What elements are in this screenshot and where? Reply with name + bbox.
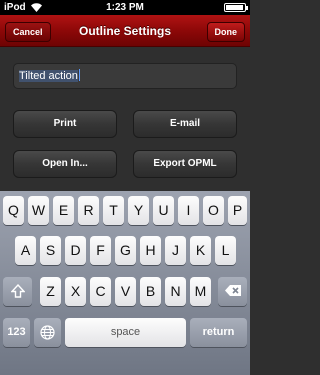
key-k[interactable]: K xyxy=(190,236,211,265)
key-w[interactable]: W xyxy=(28,196,49,225)
email-button[interactable]: E-mail xyxy=(133,110,237,138)
key-u[interactable]: U xyxy=(153,196,174,225)
field-text: Tilted action xyxy=(19,70,78,82)
shift-icon xyxy=(10,284,25,298)
return-key[interactable]: return xyxy=(190,318,247,347)
cancel-button[interactable]: Cancel xyxy=(5,22,51,42)
outline-title-field[interactable]: Tilted action xyxy=(13,63,237,89)
key-n[interactable]: N xyxy=(165,277,186,306)
key-s[interactable]: S xyxy=(40,236,61,265)
shift-key[interactable] xyxy=(3,277,32,306)
delete-icon xyxy=(224,285,241,296)
key-j[interactable]: J xyxy=(165,236,186,265)
navigation-bar: Cancel Outline Settings Done xyxy=(0,15,250,47)
key-i[interactable]: I xyxy=(178,196,199,225)
text-cursor xyxy=(78,69,80,81)
key-l[interactable]: L xyxy=(215,236,236,265)
keyboard: Q W E R T Y U I O P A S D F G H J K L Z … xyxy=(0,191,250,375)
done-button[interactable]: Done xyxy=(206,22,245,42)
key-c[interactable]: C xyxy=(90,277,111,306)
print-button[interactable]: Print xyxy=(13,110,117,138)
key-g[interactable]: G xyxy=(115,236,136,265)
key-z[interactable]: Z xyxy=(40,277,61,306)
key-x[interactable]: X xyxy=(65,277,86,306)
key-a[interactable]: A xyxy=(15,236,36,265)
globe-key[interactable] xyxy=(34,318,61,347)
numbers-key[interactable]: 123 xyxy=(3,318,30,347)
status-bar: iPod 1:23 PM xyxy=(0,0,250,15)
key-r[interactable]: R xyxy=(78,196,99,225)
key-d[interactable]: D xyxy=(65,236,86,265)
key-t[interactable]: T xyxy=(103,196,124,225)
key-o[interactable]: O xyxy=(203,196,224,225)
key-f[interactable]: F xyxy=(90,236,111,265)
key-q[interactable]: Q xyxy=(3,196,24,225)
key-p[interactable]: P xyxy=(228,196,247,225)
key-b[interactable]: B xyxy=(140,277,161,306)
globe-icon xyxy=(40,325,55,340)
key-m[interactable]: M xyxy=(190,277,211,306)
key-v[interactable]: V xyxy=(115,277,136,306)
delete-key[interactable] xyxy=(218,277,247,306)
key-y[interactable]: Y xyxy=(128,196,149,225)
clock: 1:23 PM xyxy=(106,2,144,13)
key-h[interactable]: H xyxy=(140,236,161,265)
open-in-button[interactable]: Open In... xyxy=(13,150,117,178)
export-opml-button[interactable]: Export OPML xyxy=(133,150,237,178)
page-title: Outline Settings xyxy=(78,24,171,38)
key-e[interactable]: E xyxy=(53,196,74,225)
space-key[interactable]: space xyxy=(65,318,186,347)
battery-icon xyxy=(224,3,248,12)
